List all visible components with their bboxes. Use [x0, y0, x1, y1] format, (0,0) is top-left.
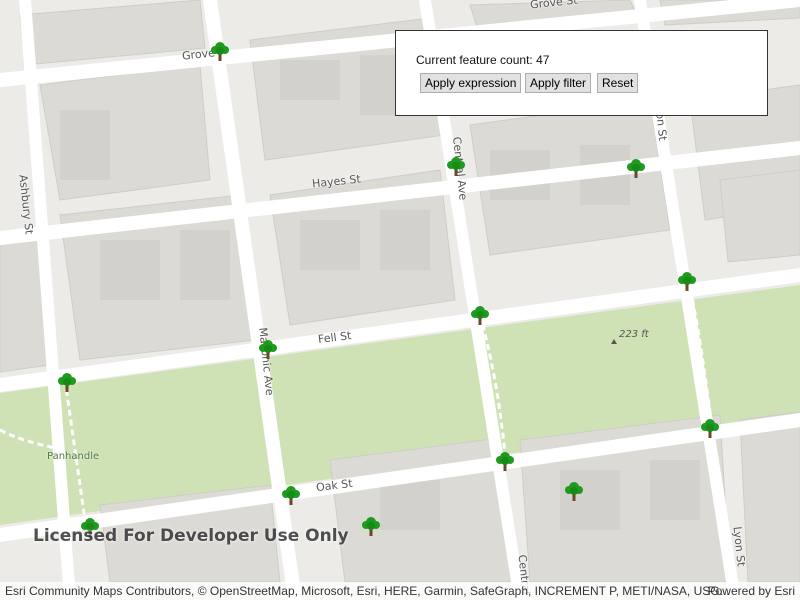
- tree-icon[interactable]: [361, 515, 381, 537]
- apply-filter-button[interactable]: Apply filter: [525, 73, 592, 93]
- feature-count-value: 47: [536, 53, 550, 67]
- tree-icon[interactable]: [446, 155, 466, 177]
- tree-icon[interactable]: [281, 484, 301, 506]
- tree-icon[interactable]: [677, 270, 697, 292]
- tree-icon[interactable]: [495, 450, 515, 472]
- reset-button[interactable]: Reset: [597, 73, 639, 93]
- park-label-panhandle: Panhandle: [47, 451, 100, 462]
- attribution-text: Esri Community Maps Contributors, © Open…: [5, 584, 730, 598]
- filter-panel: Current feature count: 47 Apply expressi…: [395, 30, 768, 116]
- elevation-label: 223 ft: [619, 329, 649, 340]
- attribution-bar: Esri Community Maps Contributors, © Open…: [0, 582, 800, 600]
- tree-icon[interactable]: [564, 480, 584, 502]
- developer-watermark: Licensed For Developer Use Only: [33, 526, 349, 546]
- apply-expression-button[interactable]: Apply expression: [420, 73, 522, 93]
- tree-icon[interactable]: [258, 338, 278, 360]
- tree-icon[interactable]: [700, 417, 720, 439]
- powered-by-esri[interactable]: Powered by Esri: [708, 584, 795, 598]
- tree-icon[interactable]: [470, 304, 490, 326]
- feature-count-label: Current feature count:: [416, 53, 533, 67]
- feature-count-text: Current feature count: 47: [416, 53, 549, 67]
- tree-icon[interactable]: [210, 40, 230, 62]
- tree-icon[interactable]: [57, 371, 77, 393]
- tree-icon[interactable]: [626, 157, 646, 179]
